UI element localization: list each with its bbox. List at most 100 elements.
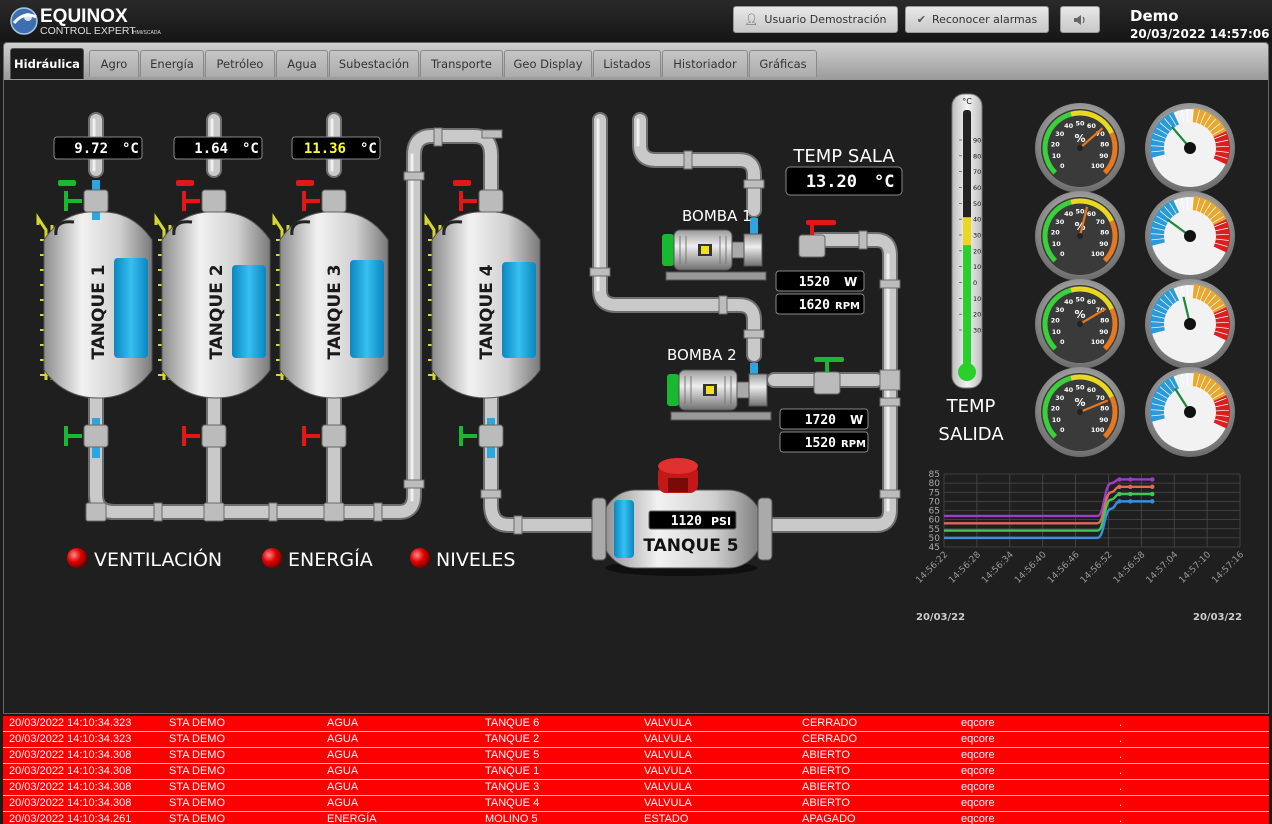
alarm-row[interactable]: 20/03/2022 14:10:34.308 STA DEMO AGUA TANQU… <box>3 764 1269 780</box>
tab-graficas[interactable]: Gráficas <box>749 50 817 77</box>
alarm-cell: eqcore <box>961 781 995 793</box>
alarm-row[interactable]: 20/03/2022 14:10:34.323 STA DEMO AGUA TANQU… <box>3 732 1269 748</box>
thermometer-tick-label: 80 <box>973 152 981 160</box>
pump-1[interactable]: BOMBA 1 <box>662 207 767 281</box>
tab-historiador[interactable]: Historiador <box>662 50 748 77</box>
sound-button[interactable] <box>1060 6 1100 33</box>
pump-1-speed-unit: RPM <box>835 301 860 312</box>
alarm-list[interactable]: 20/03/2022 14:10:34.323 STA DEMO AGUA TANQU… <box>3 716 1269 824</box>
tab-listados[interactable]: Listados <box>593 50 661 77</box>
tank-4[interactable]: TANQUE 4 <box>424 211 541 399</box>
tank-5-pressure-value: 1120 <box>671 514 702 529</box>
alarm-cell: AGUA <box>327 733 359 745</box>
gauge-hub <box>1184 230 1196 242</box>
tank-2-label: TANQUE 2 <box>207 264 227 359</box>
tab-hidraulica[interactable]: Hidráulica <box>10 48 84 79</box>
alarm-cell: TANQUE 2 <box>485 733 540 745</box>
pump-2-readings: 1720 W 1520 RPM <box>779 408 869 453</box>
gauge-tick-label: 90 <box>1099 416 1109 424</box>
alarm-cell: eqcore <box>961 765 995 777</box>
gauge-band-red <box>1213 131 1230 165</box>
valve-tank-1-top[interactable] <box>58 180 109 213</box>
gauge-tick-label: 0 <box>1060 338 1065 346</box>
alarm-cell: VALVULA <box>644 765 692 777</box>
user-button[interactable]: 👤︎ Usuario Demostración <box>733 6 898 33</box>
alarm-cell: STA DEMO <box>169 717 226 729</box>
valve-tank-2-bottom[interactable] <box>182 424 227 448</box>
alarm-cell: VALVULA <box>644 781 692 793</box>
indicator-ventilacion-label: VENTILACIÓN <box>94 547 222 571</box>
gauge-unit: % <box>1074 132 1085 145</box>
thermometer-tick-label: 90 <box>973 137 981 145</box>
alarm-cell: AGUA <box>327 765 359 777</box>
gauge-tick-label: 50 <box>1075 384 1085 392</box>
tab-petroleo[interactable]: Petróleo <box>205 50 275 77</box>
alarm-cell: VALVULA <box>644 733 692 745</box>
thermometer-tick-label: 20 <box>973 247 981 255</box>
pump-1-readings: 1520 W 1620 RPM <box>775 270 865 315</box>
alarm-row[interactable]: 20/03/2022 14:10:34.323 STA DEMO AGUA TANQU… <box>3 716 1269 732</box>
tab-agro[interactable]: Agro <box>89 50 139 77</box>
alarm-row[interactable]: 20/03/2022 14:10:34.308 STA DEMO AGUA TANQU… <box>3 748 1269 764</box>
alarm-cell: AGUA <box>327 749 359 761</box>
gauge-tick-label: 50 <box>1075 296 1085 304</box>
thermometer-level-top <box>963 217 971 246</box>
valve-tank-1-bottom[interactable] <box>64 424 109 448</box>
gauge-tick-label: 40 <box>1064 122 1074 130</box>
valve-tank-3-top[interactable] <box>296 180 347 213</box>
gauge-tick-label: 80 <box>1100 229 1110 237</box>
indicator-niveles: NIVELES <box>410 548 515 571</box>
tank-3-temp-value: 11.36 <box>304 141 346 157</box>
alarm-cell: ABIERTO <box>802 797 850 809</box>
alarm-cell: ESTADO <box>644 813 689 824</box>
alarm-cell: . <box>1119 797 1123 809</box>
check-icon: ✔ <box>916 13 926 26</box>
tab-energia[interactable]: Energía <box>140 50 204 77</box>
valve-tank-3-bottom[interactable] <box>302 424 347 448</box>
gauge-band-red <box>1213 307 1230 341</box>
tank-3[interactable]: TANQUE 3 <box>272 211 389 399</box>
thermometer-tick-label: 20 <box>973 311 981 319</box>
alarm-row[interactable]: 20/03/2022 14:10:34.308 STA DEMO AGUA TANQU… <box>3 796 1269 812</box>
gauge-tick-label: 80 <box>1100 317 1110 325</box>
chart-x-tick: 14:57:10 <box>1178 550 1214 586</box>
tab-agua[interactable]: Agua <box>276 50 328 77</box>
alarm-cell: . <box>1119 765 1123 777</box>
pump-1-speed-value: 1620 <box>799 298 830 313</box>
thermometer-tick-label: 30 <box>973 327 981 335</box>
gauge-tick-label: 100 <box>1091 338 1105 346</box>
current-user: Demo <box>1130 7 1179 25</box>
tank-5[interactable]: 1120 PSI TANQUE 5 <box>591 458 773 576</box>
ack-alarms-button[interactable]: ✔ Reconocer alarmas <box>905 6 1049 33</box>
tab-subestacion[interactable]: Subestación <box>329 50 419 77</box>
tank-1[interactable]: TANQUE 1 <box>36 211 153 399</box>
current-datetime: 20/03/2022 14:57:06 <box>1130 27 1270 41</box>
alarm-row[interactable]: 20/03/2022 14:10:34.308 STA DEMO AGUA TANQU… <box>3 780 1269 796</box>
thermometer-tick-label: 10 <box>973 295 981 303</box>
valve-pump-2[interactable] <box>813 357 844 395</box>
alarm-cell: eqcore <box>961 717 995 729</box>
alarm-row[interactable]: 20/03/2022 14:10:34.261 STA DEMO ENERGÍA MO… <box>3 812 1269 824</box>
tank-1-label: TANQUE 1 <box>89 264 109 359</box>
tab-transporte[interactable]: Transporte <box>420 50 503 77</box>
alarm-cell: ABIERTO <box>802 781 850 793</box>
chart-point <box>1128 477 1133 482</box>
alarm-cell: CERRADO <box>802 717 858 729</box>
tank-2[interactable]: TANQUE 2 <box>154 211 271 399</box>
gauge-hub <box>1077 409 1083 415</box>
alarm-cell: . <box>1119 749 1123 761</box>
thermometer-tick-label: 0 <box>973 279 977 287</box>
tank-2-temp-value: 1.64 <box>194 141 228 157</box>
chart-x-tick: 14:56:46 <box>1046 550 1082 586</box>
gauge-tick-label: 10 <box>1052 240 1062 248</box>
ack-alarms-label: Reconocer alarmas <box>931 13 1038 26</box>
temp-sala-value: 13.20 <box>806 172 857 192</box>
valve-tank-2-top[interactable] <box>176 180 227 213</box>
gauge-tick-label: 20 <box>1051 141 1061 149</box>
indicator-niveles-label: NIVELES <box>436 549 515 571</box>
tab-geo-display[interactable]: Geo Display <box>504 50 592 77</box>
speaker-icon <box>1074 14 1085 25</box>
gauge-tick-label: 20 <box>1051 405 1061 413</box>
valve-tank-4-bottom[interactable] <box>459 424 504 448</box>
thermometer-unit: °C <box>962 97 972 106</box>
